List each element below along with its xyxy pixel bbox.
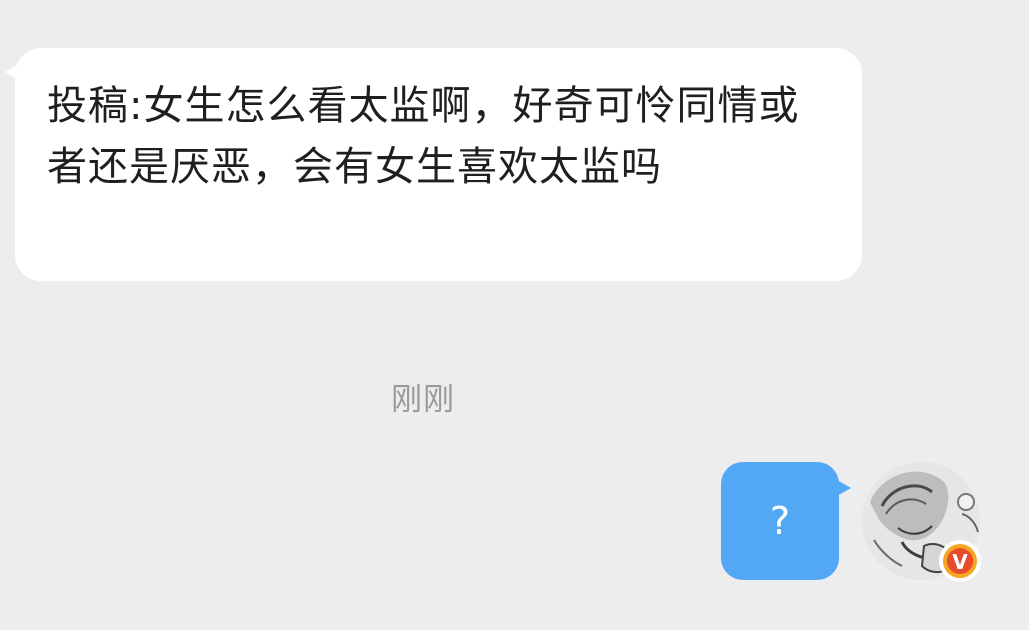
incoming-message-text: 投稿:女生怎么看太监啊，好奇可怜同情或者还是厌恶，会有女生喜欢太监吗: [47, 83, 800, 190]
incoming-message-bubble[interactable]: 投稿:女生怎么看太监啊，好奇可怜同情或者还是厌恶，会有女生喜欢太监吗: [5, 48, 862, 281]
outgoing-message-bubble[interactable]: ?: [721, 462, 851, 580]
outgoing-message-text: ?: [769, 499, 791, 543]
incoming-bubble-tail: [5, 64, 19, 80]
outgoing-bubble-tail: [837, 480, 851, 496]
message-timestamp: 刚刚: [391, 382, 455, 418]
verified-badge-icon: V: [943, 544, 977, 578]
verified-badge: V: [939, 540, 981, 582]
verified-badge-letter: V: [952, 549, 968, 574]
